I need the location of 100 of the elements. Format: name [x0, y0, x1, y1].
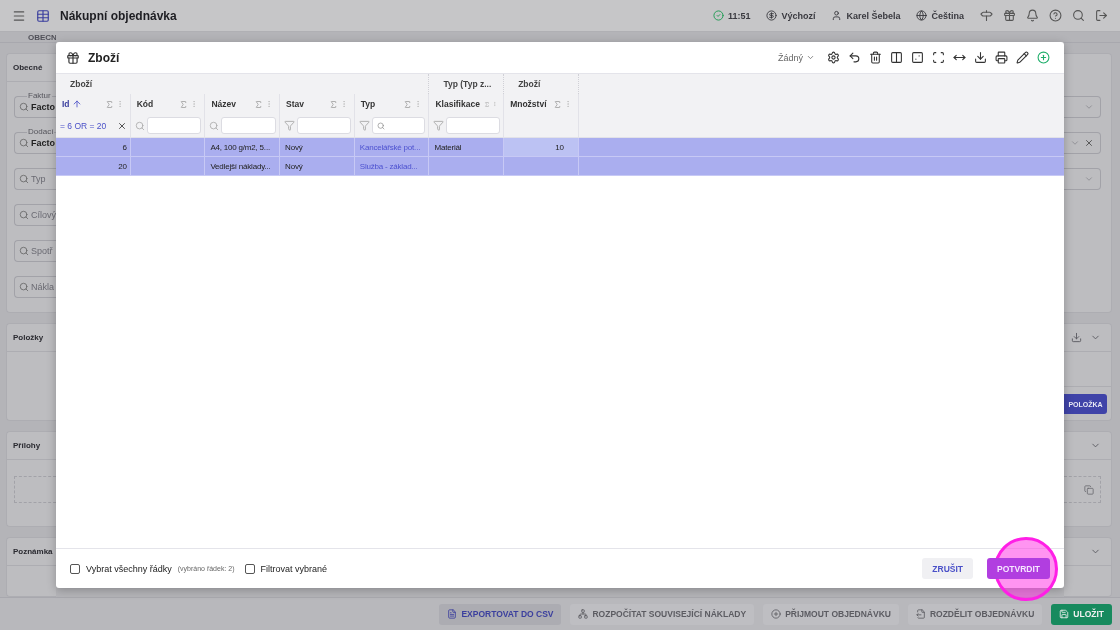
- network-icon: [578, 609, 589, 619]
- filter-field[interactable]: [446, 117, 501, 134]
- add-icon[interactable]: [1037, 51, 1050, 64]
- settings-icon[interactable]: [827, 51, 840, 64]
- undo-icon[interactable]: [848, 51, 861, 64]
- table-cell: Materiál: [434, 142, 462, 152]
- search-icon[interactable]: [1072, 9, 1085, 22]
- panel-title: Přílohy: [13, 441, 41, 450]
- help-icon[interactable]: [1049, 9, 1062, 22]
- signpost-icon[interactable]: [980, 9, 993, 22]
- cancel-button[interactable]: ZRUŠIT: [922, 558, 973, 579]
- sort-icon[interactable]: [71, 99, 82, 109]
- search-icon: [19, 246, 29, 256]
- field-label: Faktur: [27, 91, 52, 101]
- caret-icon: [1084, 102, 1094, 112]
- document-icon: [447, 609, 458, 619]
- menu-icon[interactable]: [12, 8, 26, 23]
- copy-icon[interactable]: [1084, 484, 1094, 495]
- column-header[interactable]: Název: [211, 99, 236, 109]
- table-row[interactable]: 20 Vedlejší náklady... Nový Služba - základ...: [56, 157, 1064, 176]
- column-header[interactable]: Množství: [510, 99, 547, 109]
- click-highlight: [994, 537, 1058, 601]
- search-icon: [19, 174, 29, 184]
- column-header[interactable]: Id: [62, 99, 70, 109]
- group-header: Zboží: [518, 79, 541, 89]
- document-icon: [915, 609, 926, 619]
- status-text[interactable]: Čeština: [931, 10, 964, 21]
- checkbox-label[interactable]: Vybrat všechny řádky: [86, 563, 172, 574]
- caret-icon: [1084, 174, 1094, 184]
- search-icon: [19, 102, 29, 112]
- print-icon[interactable]: [995, 51, 1008, 64]
- gift-icon[interactable]: [1003, 9, 1016, 22]
- trash-icon[interactable]: [869, 51, 882, 64]
- sum-icon[interactable]: [328, 99, 338, 109]
- panel-title: Poznámka: [13, 547, 53, 556]
- clear-icon[interactable]: [116, 120, 127, 131]
- gift-icon: [66, 50, 80, 65]
- caret-icon: [1070, 138, 1080, 148]
- frame-icon[interactable]: [932, 51, 945, 64]
- sum-icon[interactable]: [104, 99, 114, 109]
- checkbox[interactable]: [244, 563, 255, 574]
- filter-field[interactable]: [297, 117, 351, 134]
- table-cell: 20: [118, 161, 127, 171]
- globe-icon: [916, 10, 928, 21]
- status-text[interactable]: 11:51: [727, 10, 751, 21]
- column-header[interactable]: Kód: [136, 99, 154, 109]
- filter-field[interactable]: [221, 117, 277, 134]
- filter-icon[interactable]: [358, 120, 370, 131]
- drag-handle-icon[interactable]: [491, 100, 498, 108]
- sum-icon[interactable]: [483, 99, 490, 109]
- download-icon[interactable]: [974, 51, 987, 64]
- search-icon: [376, 121, 385, 130]
- table-cell: Vedlejší náklady...: [210, 161, 271, 171]
- checkbox-label[interactable]: Filtrovat vybrané: [260, 563, 328, 574]
- pencil-icon[interactable]: [1016, 51, 1029, 64]
- table-cell: 6: [122, 142, 127, 152]
- table-icon: [36, 8, 50, 23]
- filter-icon[interactable]: [284, 120, 296, 131]
- field-label: Dodací: [27, 127, 55, 137]
- table-cell: A4, 100 g/m2, 5...: [210, 142, 270, 152]
- table-cell: Nový: [285, 142, 303, 152]
- filter-icon[interactable]: [433, 120, 445, 131]
- group-header: Zboží: [70, 79, 93, 89]
- logout-icon[interactable]: [1095, 9, 1108, 22]
- sum-icon[interactable]: [552, 99, 562, 109]
- table-row[interactable]: 6 A4, 100 g/m2, 5... Nový Kancelářské pot... Materiál 10: [56, 138, 1064, 157]
- search-icon: [19, 282, 29, 292]
- columns-icon[interactable]: [890, 51, 903, 64]
- search-icon: [209, 120, 220, 131]
- sum-icon[interactable]: [179, 99, 189, 109]
- checkbox[interactable]: [70, 563, 80, 574]
- filter-value[interactable]: = 6 OR = 20: [60, 120, 115, 131]
- group-header: Typ (Typ z...: [443, 79, 492, 89]
- plus-icon: [771, 609, 782, 619]
- view-select[interactable]: Žádný: [778, 52, 815, 63]
- status-text[interactable]: Výchozí: [781, 10, 816, 21]
- column-header[interactable]: Typ: [360, 99, 376, 109]
- table-cell: Nový: [285, 161, 303, 171]
- dialog-title: Zboží: [88, 50, 120, 65]
- dice-icon[interactable]: [911, 51, 924, 64]
- check-icon: [712, 10, 724, 21]
- save-icon: [1059, 609, 1070, 619]
- action-button[interactable]: EXPORTOVAT DO CSV: [439, 603, 562, 625]
- table-cell: 10: [555, 142, 564, 152]
- panel-title: Položky: [13, 333, 44, 342]
- sum-icon[interactable]: [403, 99, 413, 109]
- bell-icon[interactable]: [1026, 9, 1039, 22]
- filter-field[interactable]: [371, 117, 426, 134]
- user-icon: [831, 10, 843, 21]
- column-header[interactable]: Stav: [286, 99, 305, 109]
- column-header[interactable]: Klasifikace: [435, 99, 480, 109]
- action-button[interactable]: ULOŽIT: [1051, 603, 1112, 625]
- sum-icon[interactable]: [254, 99, 264, 109]
- tab[interactable]: OBECN: [28, 32, 56, 42]
- filter-field[interactable]: [146, 117, 202, 134]
- status-text[interactable]: Karel Šebela: [846, 10, 901, 21]
- confirm-button[interactable]: POTVRDIT: [987, 558, 1050, 579]
- search-icon: [134, 120, 145, 131]
- page-title: Nákupní objednávka: [60, 8, 177, 23]
- clear-icon[interactable]: [1084, 138, 1094, 148]
